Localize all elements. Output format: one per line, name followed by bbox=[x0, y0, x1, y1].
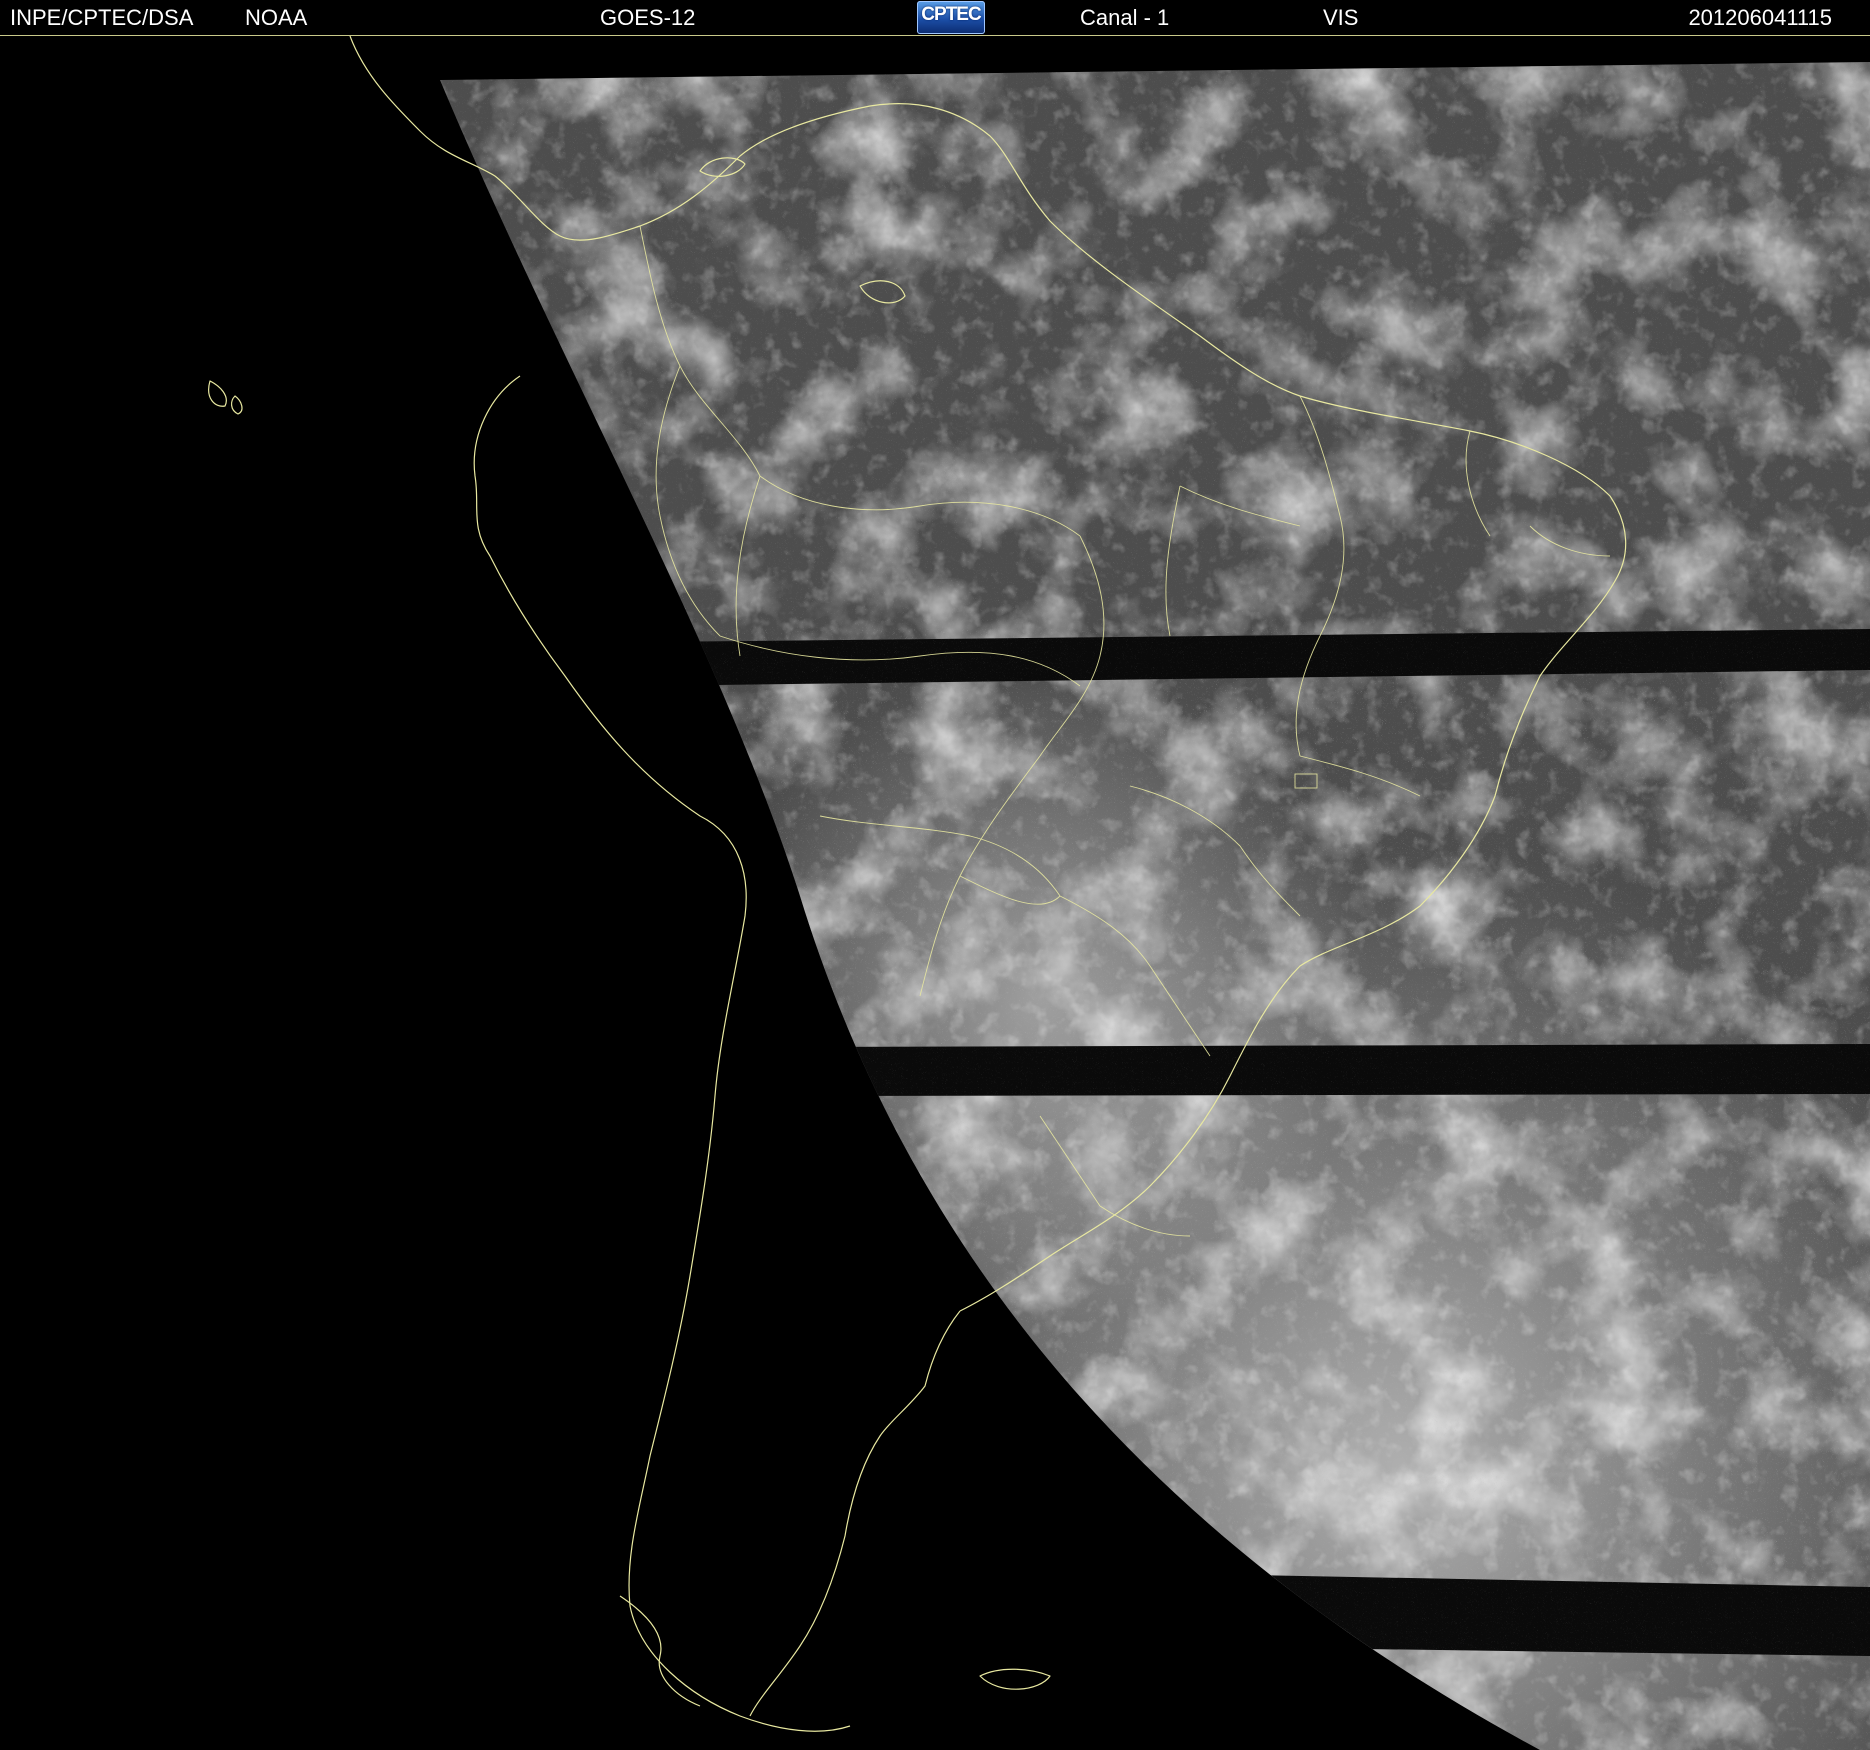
organization-label: INPE/CPTEC/DSA bbox=[10, 5, 194, 30]
agency-label: NOAA bbox=[245, 5, 308, 30]
satellite-image-page: INPE/CPTEC/DSA NOAA GOES-12 CPTEC Canal … bbox=[0, 0, 1870, 1750]
header-bar: INPE/CPTEC/DSA NOAA GOES-12 CPTEC Canal … bbox=[0, 0, 1870, 36]
cptec-logo: CPTEC bbox=[917, 1, 985, 34]
cptec-logo-text: CPTEC bbox=[921, 4, 981, 25]
satellite-label: GOES-12 bbox=[600, 5, 696, 30]
earth-disc-imagery bbox=[440, 62, 1870, 1750]
satellite-imagery bbox=[208, 36, 1870, 1750]
band-label: VIS bbox=[1323, 5, 1359, 30]
timestamp-label: 201206041115 bbox=[1688, 5, 1832, 30]
channel-label: Canal - 1 bbox=[1080, 5, 1170, 30]
